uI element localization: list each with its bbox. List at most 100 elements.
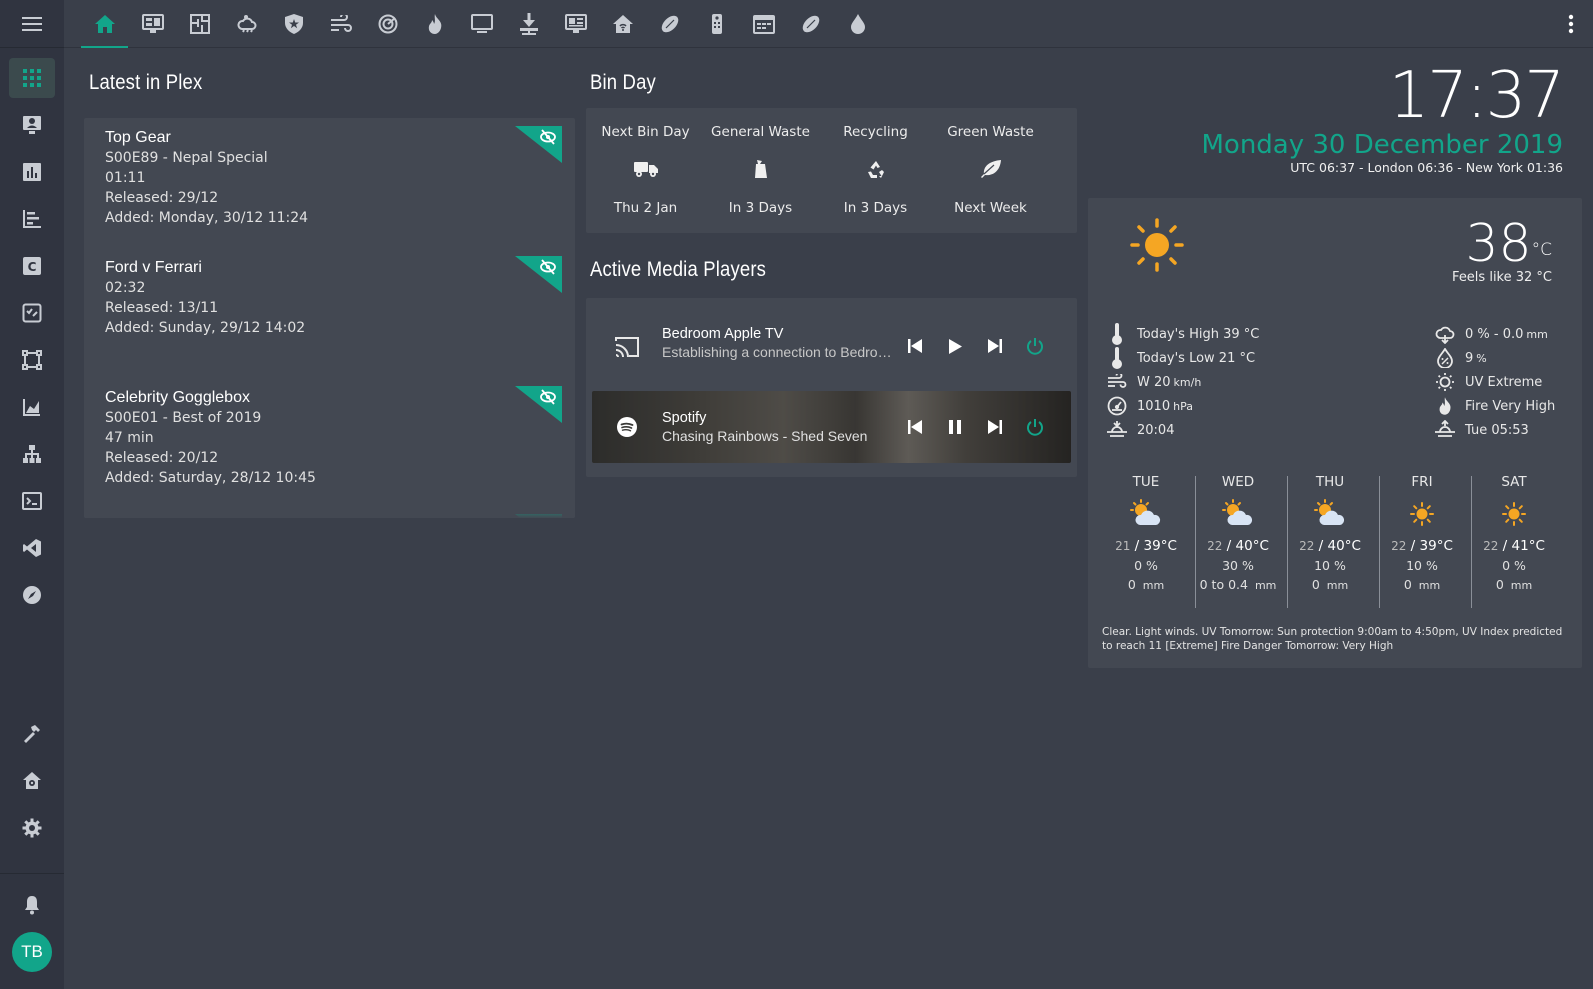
clock-timezones: UTC 06:37 - London 06:36 - New York 01:3…: [1290, 160, 1563, 175]
tab-home[interactable]: [81, 0, 128, 48]
home-automation-icon: [612, 14, 634, 34]
sidebar-item-history[interactable]: [9, 387, 55, 427]
gantt-icon: [22, 209, 42, 229]
media-player-row[interactable]: Bedroom Apple TV Establishing a connecti…: [592, 310, 1071, 382]
tab-floor-plan[interactable]: [176, 0, 223, 48]
shield-icon: [284, 14, 303, 34]
tab-calendar[interactable]: [740, 0, 787, 48]
sidebar-item-vscode[interactable]: [9, 528, 55, 568]
bell-icon: [22, 895, 42, 915]
wind-icon: [330, 15, 352, 33]
fire-icon: [427, 14, 443, 34]
tab-television[interactable]: [458, 0, 505, 48]
power-button[interactable]: [1022, 333, 1048, 359]
media-player-status: Chasing Rainbows - Shed Seven: [662, 428, 868, 444]
weather-details-right: 0 % - 0.0 mm 9% UV Extreme Fire Very High…: [1434, 322, 1555, 442]
sidebar-item-terminal[interactable]: [9, 481, 55, 521]
weather-card[interactable]: 38°C Feels like 32 °C Today's High 39 °C…: [1088, 198, 1582, 668]
tab-home-automation[interactable]: [599, 0, 646, 48]
tab-downloads[interactable]: [505, 0, 552, 48]
next-track-button[interactable]: [982, 333, 1008, 359]
fire-icon: [1434, 395, 1456, 417]
bar-chart-icon: [22, 162, 42, 182]
sidebar-item-configuration[interactable]: [9, 808, 55, 848]
bin-column-label: Recycling: [843, 124, 908, 140]
tab-monitor-dashboard[interactable]: [129, 0, 176, 48]
power-button[interactable]: [1022, 414, 1048, 440]
sidebar-item-explore[interactable]: [9, 575, 55, 615]
svg-text:C: C: [28, 260, 37, 274]
grid-icon: [23, 69, 41, 87]
temperature-unit: °C: [1531, 240, 1552, 260]
plex-item-runtime: 47 min: [105, 430, 154, 446]
sunny-icon: [1468, 494, 1560, 534]
unwatched-flag: [515, 256, 562, 293]
sidebar-item-notifications[interactable]: [9, 885, 55, 925]
plex-item[interactable]: Ford v Ferrari 02:32 Released: 13/11 Add…: [105, 258, 545, 338]
weather-row: 0 % - 0.0 mm: [1434, 322, 1555, 346]
clock: 17:37 Monday 30 December 2019 UTC 06:37 …: [1201, 58, 1565, 175]
previous-track-button[interactable]: [902, 333, 928, 359]
temperature-value: 38: [1465, 214, 1532, 274]
plex-item-released: Released: 13/11: [105, 300, 219, 316]
avatar[interactable]: TB: [12, 932, 52, 972]
media-players-card: Bedroom Apple TV Establishing a connecti…: [586, 298, 1077, 477]
media-player-row[interactable]: Spotify Chasing Rainbows - Shed Seven: [592, 391, 1071, 463]
pause-button[interactable]: [942, 414, 968, 440]
tab-water[interactable]: [834, 0, 881, 48]
tab-weather[interactable]: [223, 0, 270, 48]
tab-climate[interactable]: [317, 0, 364, 48]
sidebar-item-timeline[interactable]: [9, 199, 55, 239]
plex-item-runtime: 02:32: [105, 280, 146, 296]
area-chart-icon: [22, 397, 42, 417]
next-track-button[interactable]: [982, 414, 1008, 440]
plex-item-title: Celebrity Gogglebox: [105, 389, 250, 406]
forecast-day: TUE 21 / 39°C 0 % 0 mm: [1100, 474, 1192, 592]
plex-item-released: Released: 20/12: [105, 450, 219, 466]
weather-row: Tue 05:53: [1434, 418, 1555, 442]
forecast-high: 39°C: [1419, 538, 1453, 554]
settings-icon: [22, 818, 42, 838]
tab-fire[interactable]: [411, 0, 458, 48]
network-icon: [22, 444, 42, 464]
hamburger-menu-icon[interactable]: [22, 16, 42, 32]
unwatched-flag: [515, 386, 562, 423]
vscode-icon: [22, 538, 42, 558]
unwatched-flag: [515, 126, 562, 163]
checklist-icon: [22, 303, 42, 323]
forecast-day: THU 22 / 40°C 10 % 0 mm: [1284, 474, 1376, 592]
contact-card-icon: [22, 115, 42, 135]
tab-radar[interactable]: [364, 0, 411, 48]
forecast-day: FRI 22 / 39°C 10 % 0 mm: [1376, 474, 1468, 592]
plex-item[interactable]: Top Gear S00E89 - Nepal Special 01:11 Re…: [105, 128, 545, 228]
more-menu-button[interactable]: [1559, 12, 1583, 36]
gauge-icon: [1106, 395, 1128, 417]
sidebar-item-tasks[interactable]: [9, 293, 55, 333]
sidebar-item-vector[interactable]: [9, 340, 55, 380]
plex-header: Latest in Plex: [89, 71, 203, 94]
sidebar-item-stats[interactable]: [9, 152, 55, 192]
sidebar-item-contacts[interactable]: [9, 105, 55, 145]
sidebar: C TB: [0, 0, 64, 989]
sidebar-item-overview[interactable]: [9, 58, 55, 98]
tab-security[interactable]: [270, 0, 317, 48]
sidebar-item-supervisor[interactable]: [9, 761, 55, 801]
tab-rugby[interactable]: [646, 0, 693, 48]
monitor-dashboard-icon: [141, 14, 164, 34]
previous-track-button[interactable]: [902, 414, 928, 440]
forecast-high: 40°C: [1235, 538, 1269, 554]
plex-item-episode: S00E01 - Best of 2019: [105, 410, 262, 426]
play-button[interactable]: [942, 333, 968, 359]
bin-column-value: Next Week: [954, 200, 1027, 216]
home-gear-icon: [22, 771, 42, 791]
tab-remote[interactable]: [693, 0, 740, 48]
sidebar-header: [0, 0, 64, 48]
sidebar-item-network[interactable]: [9, 434, 55, 474]
plex-item[interactable]: Celebrity Gogglebox S00E01 - Best of 201…: [105, 388, 545, 488]
bin-column-value: Thu 2 Jan: [613, 200, 678, 216]
sidebar-item-developer-tools[interactable]: [9, 714, 55, 754]
tab-rugby-2[interactable]: [787, 0, 834, 48]
uv-icon: [1434, 371, 1456, 393]
tab-news[interactable]: [552, 0, 599, 48]
sidebar-item-c[interactable]: C: [9, 246, 55, 286]
